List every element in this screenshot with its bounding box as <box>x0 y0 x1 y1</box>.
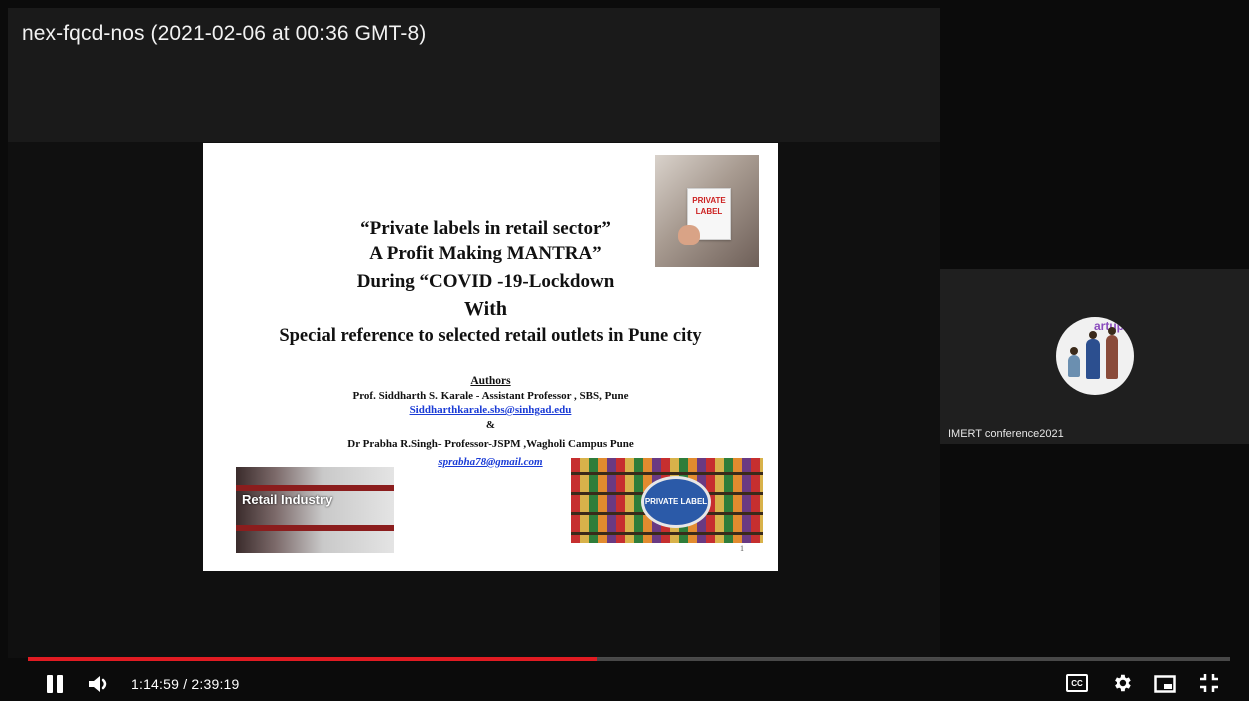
video-title[interactable]: nex-fqcd-nos (2021-02-06 at 00:36 GMT-8) <box>22 22 426 46</box>
shelf-stripe <box>236 525 394 531</box>
avatar-figure-head <box>1089 331 1097 339</box>
avatar-figure <box>1068 355 1080 377</box>
avatar-figure <box>1086 339 1100 379</box>
volume-icon <box>89 676 107 692</box>
participant-avatar: artup <box>1056 317 1134 395</box>
slide-title-line-1: “Private labels in retail sector” <box>360 218 611 239</box>
pause-icon <box>45 675 65 693</box>
captions-button[interactable]: CC <box>1066 673 1088 693</box>
settings-button[interactable] <box>1110 671 1134 695</box>
exit-fullscreen-icon <box>1200 674 1218 692</box>
shelf-row <box>571 472 763 475</box>
avatar-figure <box>1106 335 1118 379</box>
progress-played <box>28 657 597 661</box>
progress-bar[interactable] <box>28 657 1230 661</box>
private-label-badge: PRIVATE LABEL <box>641 476 711 528</box>
authors-heading: Authors <box>470 375 511 387</box>
time-display: 1:14:59 / 2:39:19 <box>131 676 240 692</box>
time-total: 2:39:19 <box>191 676 240 692</box>
time-separator: / <box>183 676 188 692</box>
slide-subtitle: Special reference to selected retail out… <box>279 326 702 346</box>
shelf-row <box>571 532 763 535</box>
exit-fullscreen-button[interactable] <box>1197 671 1221 695</box>
slide-title-line-2: A Profit Making MANTRA” <box>369 243 602 264</box>
time-current: 1:14:59 <box>131 676 180 692</box>
author-1: Prof. Siddharth S. Karale - Assistant Pr… <box>352 390 629 402</box>
retail-industry-image: Retail Industry <box>236 467 394 553</box>
miniplayer-button[interactable] <box>1153 672 1177 696</box>
slide-title-line-4: With <box>464 298 507 320</box>
author-1-email: Siddharthkarale.sbs@sinhgad.edu <box>409 404 572 416</box>
retail-caption: Retail Industry <box>242 492 333 507</box>
slide-title-line-3: During “COVID -19-Lockdown <box>356 271 615 292</box>
video-player[interactable]: nex-fqcd-nos (2021-02-06 at 00:36 GMT-8)… <box>0 0 1249 701</box>
miniplayer-icon <box>1154 675 1176 693</box>
slide-page-number: 1 <box>740 544 744 553</box>
volume-button[interactable] <box>86 671 114 697</box>
author-separator: & <box>485 419 496 431</box>
presentation-slide: PRIVATE LABEL “Private labels in retail … <box>203 143 778 571</box>
participant-name: IMERT conference2021 <box>948 428 1064 440</box>
shelves-image: PRIVATE LABEL <box>571 458 763 543</box>
avatar-figure-head <box>1070 347 1078 355</box>
avatar-figure-head <box>1108 327 1116 335</box>
captions-icon: CC <box>1066 674 1088 692</box>
pause-button[interactable] <box>44 673 66 695</box>
author-2: Dr Prabha R.Singh- Professor-JSPM ,Wagho… <box>347 438 634 450</box>
player-controls: 1:14:59 / 2:39:19 CC <box>0 664 1249 701</box>
gear-icon <box>1115 674 1131 692</box>
shelf-stripe <box>236 485 394 491</box>
